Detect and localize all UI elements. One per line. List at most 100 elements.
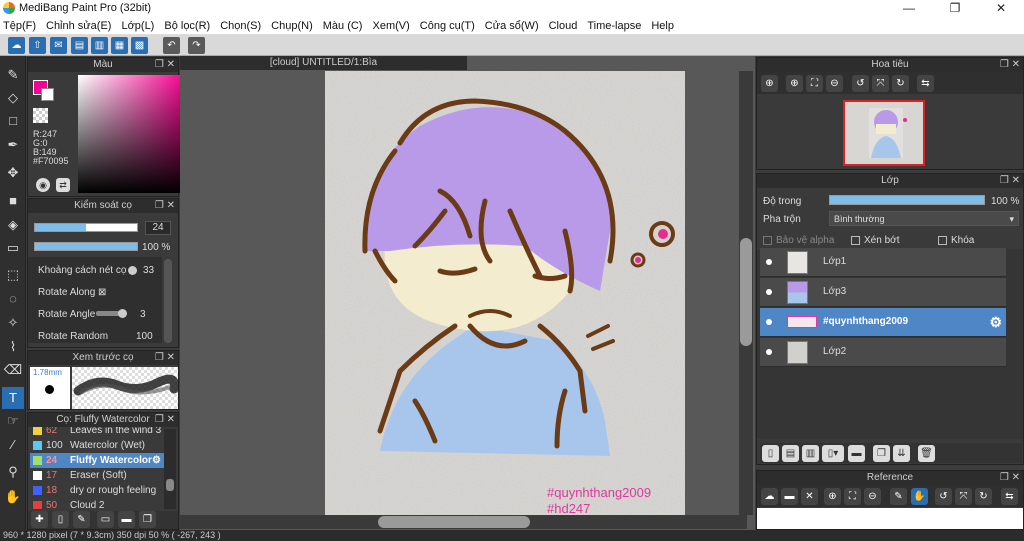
select-pen-icon[interactable]: ⌇ <box>2 336 24 358</box>
layer-item[interactable]: Lớp3 <box>760 278 1006 307</box>
reference-cloud-icon[interactable]: ☁ <box>761 488 778 505</box>
canvas-vertical-thumb[interactable] <box>740 238 752 346</box>
palette-icon[interactable]: ◉ <box>36 178 50 192</box>
brush-edit-icon[interactable]: ✎ <box>73 511 90 528</box>
rotate-right-icon[interactable]: ↻ <box>892 75 909 92</box>
zoom-in-icon[interactable]: ⊕ <box>761 75 778 92</box>
fit-screen-icon[interactable]: ⛶ <box>844 488 861 505</box>
redo-icon[interactable]: ↷ <box>188 37 205 54</box>
visibility-eye-icon[interactable] <box>766 319 772 325</box>
menu-view[interactable]: Xem(V) <box>372 20 409 32</box>
secondary-color-swatch[interactable] <box>41 88 54 101</box>
maximize-button[interactable]: ❐ <box>932 0 978 17</box>
zoom-in-icon[interactable]: ⊕ <box>786 75 803 92</box>
add-brush-icon[interactable]: ✚ <box>31 511 48 528</box>
menu-cloud[interactable]: Cloud <box>549 20 578 32</box>
visibility-eye-icon[interactable] <box>766 349 772 355</box>
bucket-tool-icon[interactable]: ◈ <box>2 214 24 236</box>
eyedropper-icon[interactable]: ⚲ <box>2 461 24 483</box>
brush-opacity-slider[interactable] <box>34 242 138 251</box>
layer-opacity-slider[interactable] <box>829 195 985 205</box>
undo-icon[interactable]: ↶ <box>163 37 180 54</box>
menu-timelapse[interactable]: Time-lapse <box>587 20 641 32</box>
fill-rect-tool-icon[interactable]: ■ <box>2 190 24 212</box>
color-swap-icon[interactable]: ⇄ <box>56 178 70 192</box>
protect-alpha-checkbox[interactable] <box>763 235 772 245</box>
merge-layer-icon[interactable]: ⇊ <box>893 445 910 462</box>
brush-spacing-knob[interactable] <box>128 266 137 275</box>
new-8bit-layer-icon[interactable]: ▥ <box>802 445 819 462</box>
menu-filter[interactable]: Bộ lọc(R) <box>164 20 210 32</box>
menu-window[interactable]: Cửa sổ(W) <box>485 20 539 32</box>
menu-select[interactable]: Chọn(S) <box>220 20 261 32</box>
flip-icon[interactable]: ⇆ <box>917 75 934 92</box>
panel-close-icon[interactable]: ❐ ✕ <box>155 351 175 365</box>
blend-mode-select[interactable]: Bình thường ▾ <box>829 211 1019 226</box>
flip-icon[interactable]: ⇆ <box>1001 488 1018 505</box>
layout-icon[interactable]: ▩ <box>131 37 148 54</box>
fit-screen-icon[interactable]: ⛶ <box>806 75 823 92</box>
menu-tools[interactable]: Công cụ(T) <box>420 20 475 32</box>
gradient-tool-icon[interactable]: ▭ <box>2 237 24 259</box>
clipping-option[interactable]: Xén bớt <box>851 235 899 246</box>
drawing-canvas[interactable]: #quynhthang2009 #hd247 <box>325 71 685 515</box>
zoom-in-icon[interactable]: ⊕ <box>824 488 841 505</box>
protect-alpha-option[interactable]: Bảo vệ alpha <box>763 235 834 246</box>
operation-tool-icon[interactable]: ☞ <box>2 410 24 432</box>
panel-close-icon[interactable]: ❐ ✕ <box>155 199 175 213</box>
menu-file[interactable]: Tệp(F) <box>3 20 36 32</box>
add-layer-dropdown-icon[interactable]: ▯▾ <box>822 445 844 462</box>
select-tool-icon[interactable]: ⬚ <box>2 264 24 286</box>
rotate-along-checkbox[interactable]: ⊠ <box>98 287 106 298</box>
menu-capture[interactable]: Chụp(N) <box>271 20 313 32</box>
zoom-out-icon[interactable]: ⊖ <box>826 75 843 92</box>
clipping-checkbox[interactable] <box>851 235 860 245</box>
menu-layer[interactable]: Lớp(L) <box>121 20 154 32</box>
brush-list-item[interactable]: 100 Watercolor (Wet) <box>30 438 164 453</box>
rotate-right-icon[interactable]: ↻ <box>975 488 992 505</box>
brush-tool-icon[interactable]: ✎ <box>2 64 24 86</box>
transparent-swatch[interactable] <box>33 108 48 123</box>
text-tool-icon[interactable]: T <box>2 387 24 409</box>
dropper-icon[interactable]: ⁄ <box>2 434 24 456</box>
grid-icon[interactable]: ▦ <box>111 37 128 54</box>
layer-item-selected[interactable]: #quynhthang2009 ⚙ <box>760 308 1006 337</box>
color-picker-square[interactable] <box>78 75 186 193</box>
rotate-left-icon[interactable]: ↺ <box>935 488 952 505</box>
close-reference-icon[interactable]: ✕ <box>801 488 818 505</box>
panel-close-icon[interactable]: ❐ ✕ <box>1000 471 1020 485</box>
new-halftone-layer-icon[interactable]: ▤ <box>782 445 799 462</box>
magic-wand-icon[interactable]: ✧ <box>2 312 24 334</box>
eraser-tool-icon[interactable]: ◇ <box>2 87 24 109</box>
delete-layer-icon[interactable]: 🗑 <box>918 445 935 462</box>
rotate-angle-knob[interactable] <box>118 309 127 318</box>
menu-color[interactable]: Màu (C) <box>323 20 363 32</box>
layer-settings-gear-icon[interactable]: ⚙ <box>989 314 1002 331</box>
pen-tool-icon[interactable]: ✒ <box>2 134 24 156</box>
brush-folder-icon[interactable]: ▬ <box>118 511 135 528</box>
reference-view[interactable] <box>757 508 1023 529</box>
brush-copy-icon[interactable]: ▭ <box>97 511 114 528</box>
duplicate-layer-icon[interactable]: ❐ <box>873 445 890 462</box>
brush-settings-gear-icon[interactable]: ⚙ <box>152 453 161 468</box>
new-brush-icon[interactable]: ▯ <box>52 511 69 528</box>
brush-duplicate-icon[interactable]: ❐ <box>139 511 156 528</box>
brush-list-scrollbar[interactable] <box>164 429 176 509</box>
brush-list-item[interactable]: 18 dry or rough feeling <box>30 483 164 498</box>
canvas-horizontal-thumb[interactable] <box>378 516 530 528</box>
rectangle-tool-icon[interactable]: □ <box>2 110 24 132</box>
brush-size-value[interactable]: 24 <box>145 221 171 235</box>
navigator-thumbnail[interactable] <box>843 100 925 166</box>
move-tool-icon[interactable]: ✥ <box>2 162 24 184</box>
reference-pen-icon[interactable]: ✎ <box>890 488 907 505</box>
new-layer-icon[interactable]: ▯ <box>762 445 779 462</box>
hand-tool-icon[interactable]: ✋ <box>2 486 24 508</box>
brush-list-item[interactable]: 50 Cloud 2 <box>30 498 164 509</box>
layer-folder-icon[interactable]: ▬ <box>848 445 865 462</box>
panel-close-icon[interactable]: ❐ ✕ <box>155 58 175 72</box>
zoom-out-icon[interactable]: ⊖ <box>864 488 881 505</box>
rotate-left-icon[interactable]: ↺ <box>852 75 869 92</box>
panel-close-icon[interactable]: ❐ ✕ <box>1000 58 1020 72</box>
panel-close-icon[interactable]: ❐ ✕ <box>155 413 175 427</box>
layer-item[interactable]: Lớp2 <box>760 338 1006 367</box>
